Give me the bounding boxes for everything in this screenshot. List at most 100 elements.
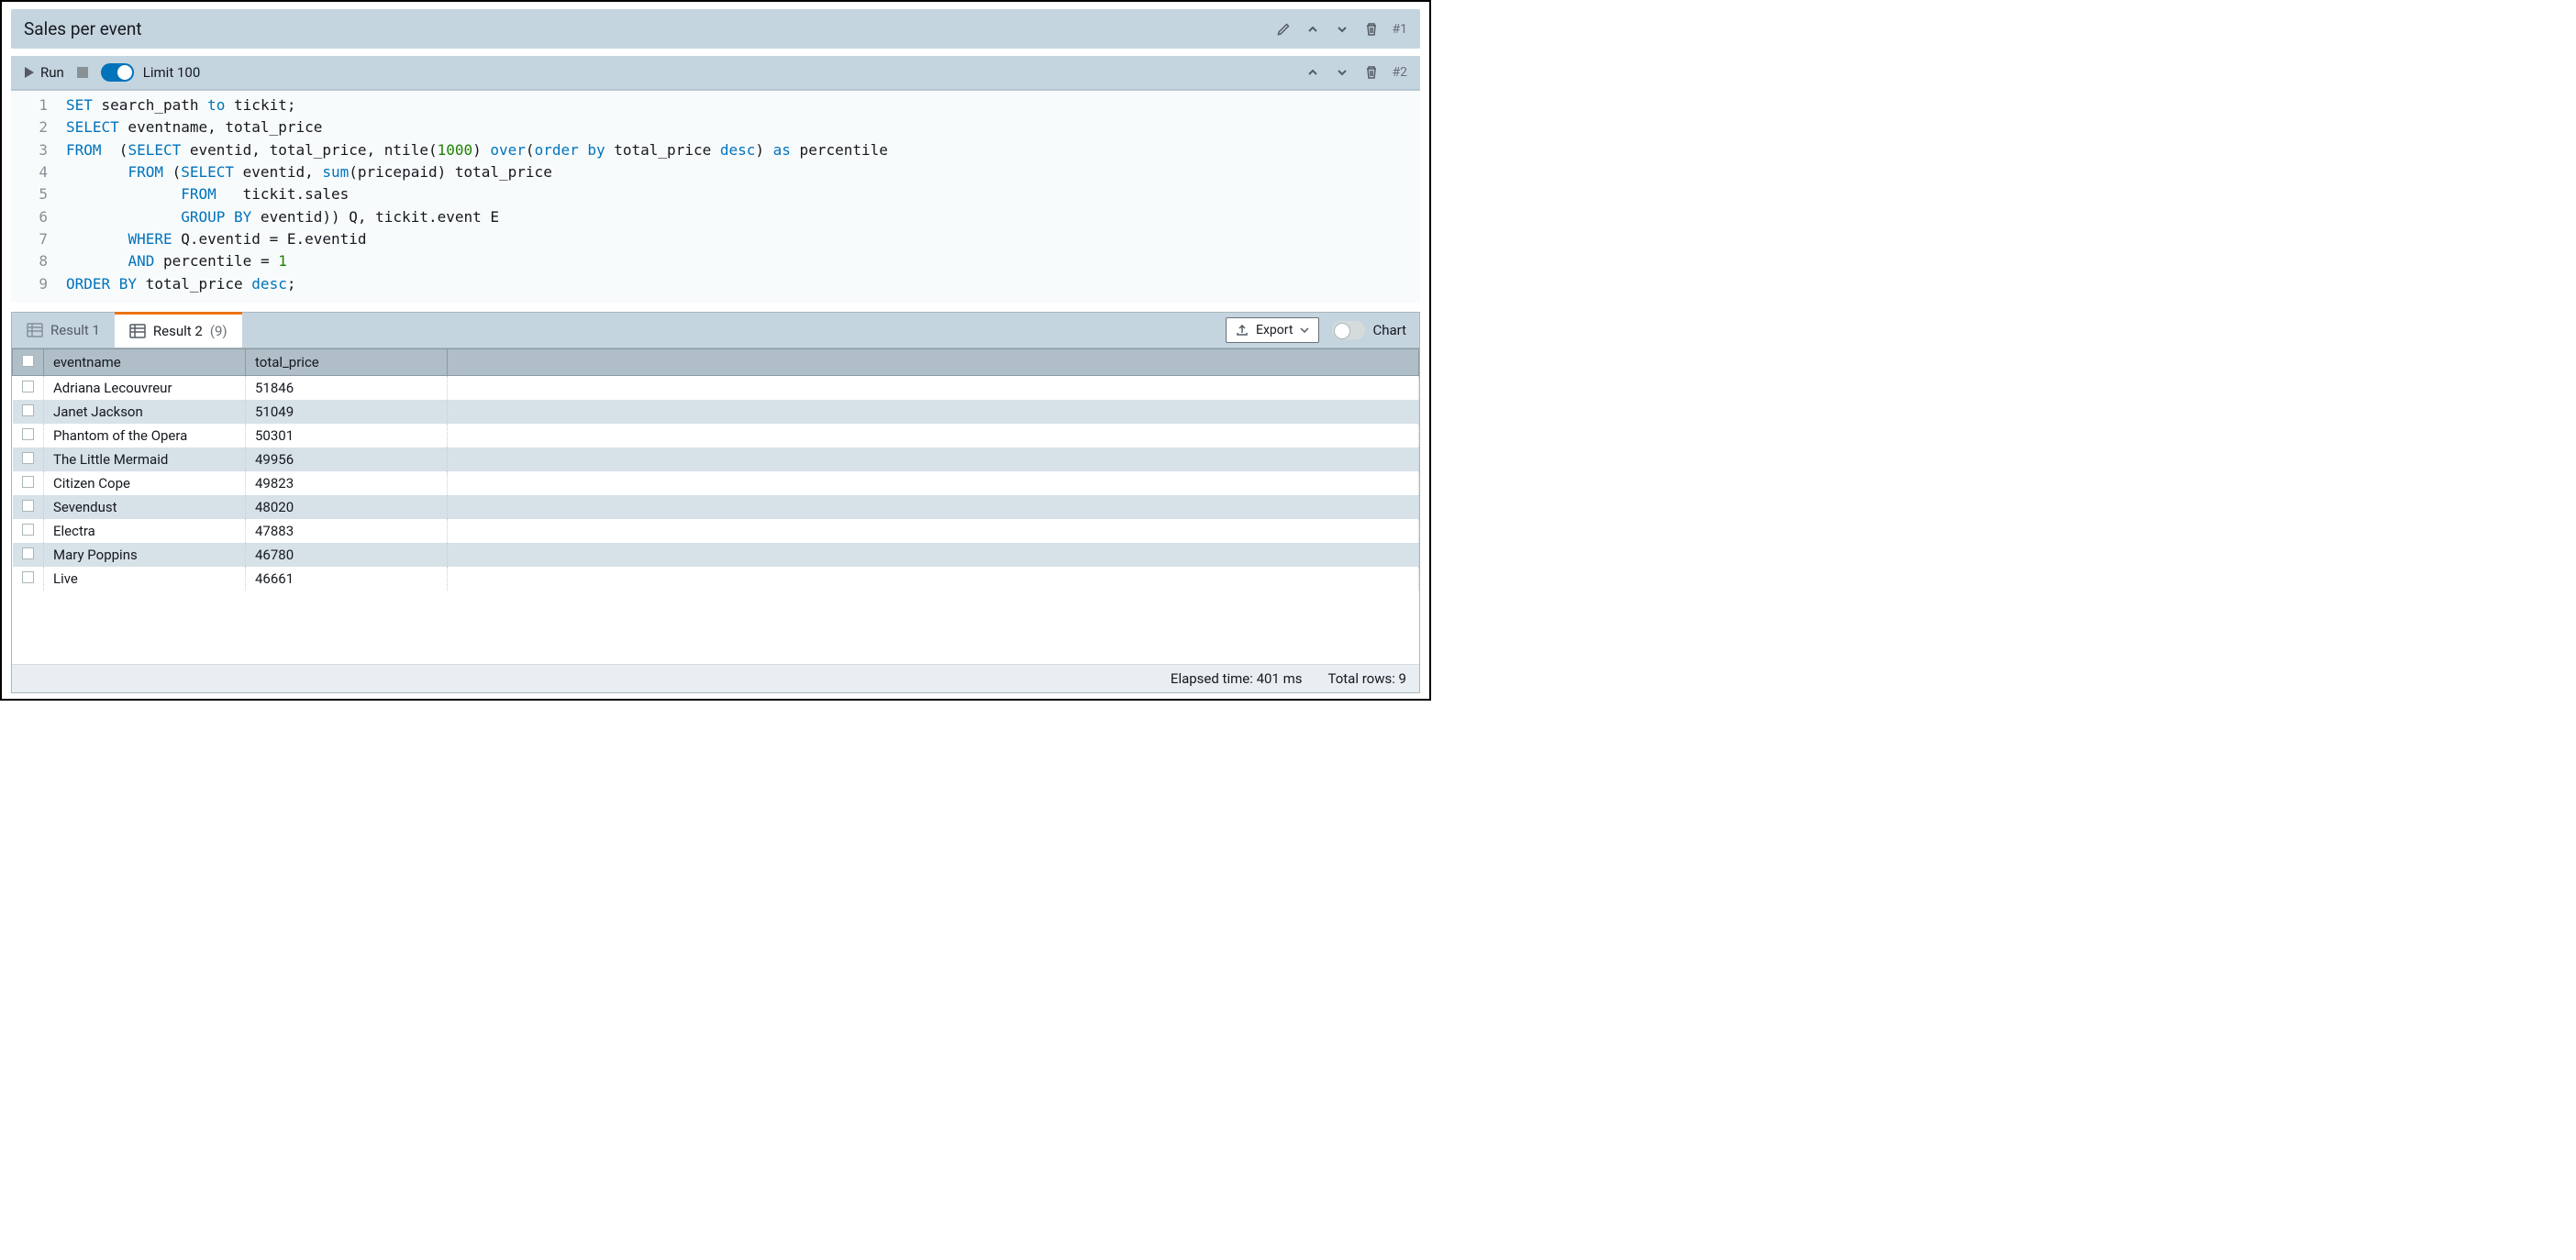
code-content: FROM (SELECT eventid, sum(pricepaid) tot… bbox=[66, 161, 552, 183]
row-select[interactable] bbox=[13, 424, 44, 448]
row-select[interactable] bbox=[13, 495, 44, 519]
row-checkbox[interactable] bbox=[22, 428, 34, 440]
tab-label: Result 2 bbox=[153, 323, 203, 339]
table-row[interactable]: Phantom of the Opera50301 bbox=[13, 424, 1419, 448]
table-row[interactable]: Adriana Lecouvreur51846 bbox=[13, 375, 1419, 400]
row-select[interactable] bbox=[13, 471, 44, 495]
notebook-title: Sales per event bbox=[24, 18, 142, 39]
row-checkbox[interactable] bbox=[22, 404, 34, 416]
cell-spacer bbox=[448, 375, 1419, 400]
table-row[interactable]: Sevendust48020 bbox=[13, 495, 1419, 519]
row-checkbox[interactable] bbox=[22, 571, 34, 583]
cell: The Little Mermaid bbox=[44, 448, 246, 471]
column-header[interactable]: total_price bbox=[246, 348, 448, 375]
cell: Citizen Cope bbox=[44, 471, 246, 495]
table-row[interactable]: Mary Poppins46780 bbox=[13, 543, 1419, 567]
line-number: 9 bbox=[11, 273, 66, 295]
cell-spacer bbox=[448, 424, 1419, 448]
line-number: 5 bbox=[11, 183, 66, 205]
expand-down-icon[interactable] bbox=[1334, 64, 1350, 81]
export-button[interactable]: Export bbox=[1226, 317, 1319, 343]
title-bar: Sales per event #1 bbox=[11, 9, 1420, 49]
chart-toggle[interactable] bbox=[1332, 321, 1365, 339]
sql-editor[interactable]: 1SET search_path to tickit;2SELECT event… bbox=[11, 89, 1420, 303]
row-checkbox[interactable] bbox=[22, 476, 34, 488]
total-rows: Total rows: 9 bbox=[1327, 670, 1406, 687]
cell: 46780 bbox=[246, 543, 448, 567]
row-select[interactable] bbox=[13, 448, 44, 471]
code-content: WHERE Q.eventid = E.eventid bbox=[66, 228, 367, 250]
row-select[interactable] bbox=[13, 375, 44, 400]
table-row[interactable]: Electra47883 bbox=[13, 519, 1419, 543]
table-row[interactable]: Citizen Cope49823 bbox=[13, 471, 1419, 495]
line-number: 6 bbox=[11, 206, 66, 228]
table-icon bbox=[27, 323, 43, 337]
limit-toggle[interactable] bbox=[101, 63, 134, 82]
select-all-header[interactable] bbox=[13, 348, 44, 375]
cell-spacer bbox=[448, 567, 1419, 591]
export-label: Export bbox=[1256, 323, 1293, 337]
cell: 47883 bbox=[246, 519, 448, 543]
table-row[interactable]: Live46661 bbox=[13, 567, 1419, 591]
code-content: SELECT eventname, total_price bbox=[66, 116, 322, 138]
column-spacer bbox=[448, 348, 1419, 375]
results-panel: Result 1 Result 2(9) Export Chart eventna… bbox=[11, 312, 1420, 693]
edit-icon[interactable] bbox=[1275, 21, 1292, 38]
chart-label: Chart bbox=[1372, 322, 1406, 338]
upload-icon bbox=[1236, 324, 1249, 337]
stop-button[interactable] bbox=[77, 67, 88, 78]
row-checkbox[interactable] bbox=[22, 381, 34, 392]
cell-spacer bbox=[448, 519, 1419, 543]
row-checkbox[interactable] bbox=[22, 547, 34, 559]
cell-spacer bbox=[448, 495, 1419, 519]
row-checkbox[interactable] bbox=[22, 452, 34, 464]
cell: 49823 bbox=[246, 471, 448, 495]
row-select[interactable] bbox=[13, 519, 44, 543]
trash-icon[interactable] bbox=[1363, 64, 1380, 81]
caret-down-icon bbox=[1300, 327, 1309, 333]
line-number: 8 bbox=[11, 250, 66, 272]
checkbox[interactable] bbox=[22, 355, 34, 367]
cell-spacer bbox=[448, 471, 1419, 495]
table-icon bbox=[129, 324, 146, 338]
line-number: 7 bbox=[11, 228, 66, 250]
collapse-up-icon[interactable] bbox=[1305, 64, 1321, 81]
cell: 51846 bbox=[246, 375, 448, 400]
cell: Mary Poppins bbox=[44, 543, 246, 567]
column-header[interactable]: eventname bbox=[44, 348, 246, 375]
run-toolbar: Run Limit 100 #2 bbox=[11, 56, 1420, 89]
results-table-wrap[interactable]: eventnametotal_price Adriana Lecouvreur5… bbox=[12, 348, 1419, 664]
cell: Sevendust bbox=[44, 495, 246, 519]
row-checkbox[interactable] bbox=[22, 500, 34, 512]
result-tab-1[interactable]: Result 1 bbox=[12, 313, 115, 348]
table-row[interactable]: Janet Jackson51049 bbox=[13, 400, 1419, 424]
results-tabstrip: Result 1 Result 2(9) Export Chart bbox=[12, 313, 1419, 348]
trash-icon[interactable] bbox=[1363, 21, 1380, 38]
cell: 50301 bbox=[246, 424, 448, 448]
cell: 46661 bbox=[246, 567, 448, 591]
row-select[interactable] bbox=[13, 567, 44, 591]
row-select[interactable] bbox=[13, 543, 44, 567]
status-bar: Elapsed time: 401 ms Total rows: 9 bbox=[12, 664, 1419, 692]
code-content: AND percentile = 1 bbox=[66, 250, 287, 272]
cell-number: #1 bbox=[1393, 22, 1408, 37]
table-row[interactable]: The Little Mermaid49956 bbox=[13, 448, 1419, 471]
code-content: ORDER BY total_price desc; bbox=[66, 273, 295, 295]
code-content: GROUP BY eventid)) Q, tickit.event E bbox=[66, 206, 499, 228]
cell: 48020 bbox=[246, 495, 448, 519]
line-number: 2 bbox=[11, 116, 66, 138]
row-select[interactable] bbox=[13, 400, 44, 424]
code-content: SET search_path to tickit; bbox=[66, 94, 295, 116]
result-tab-2[interactable]: Result 2(9) bbox=[115, 312, 242, 348]
tab-label: Result 1 bbox=[50, 322, 100, 338]
cell-spacer bbox=[448, 543, 1419, 567]
row-checkbox[interactable] bbox=[22, 524, 34, 536]
code-content: FROM (SELECT eventid, total_price, ntile… bbox=[66, 139, 888, 161]
elapsed-time: Elapsed time: 401 ms bbox=[1171, 670, 1303, 687]
cell: Electra bbox=[44, 519, 246, 543]
run-button[interactable]: Run bbox=[24, 64, 64, 81]
line-number: 4 bbox=[11, 161, 66, 183]
cell-spacer bbox=[448, 448, 1419, 471]
expand-down-icon[interactable] bbox=[1334, 21, 1350, 38]
collapse-up-icon[interactable] bbox=[1305, 21, 1321, 38]
